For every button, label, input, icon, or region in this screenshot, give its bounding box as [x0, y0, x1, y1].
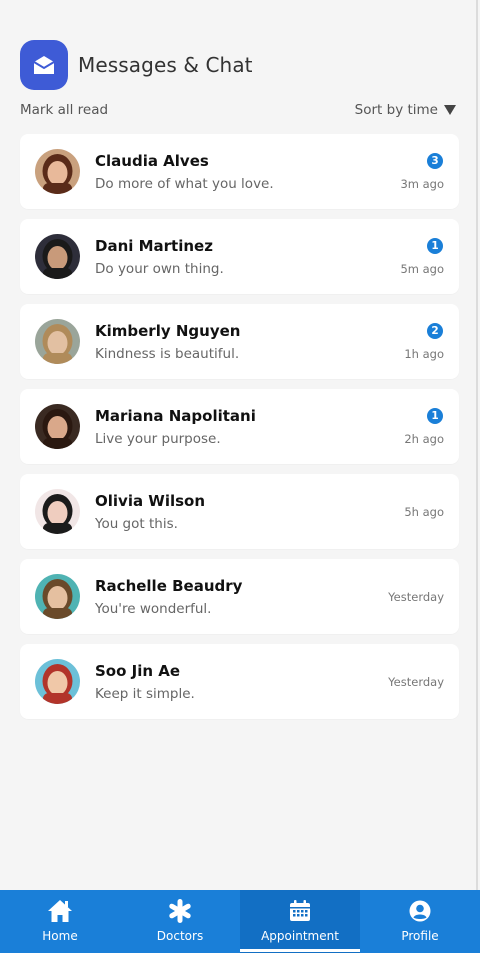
calendar-icon	[287, 898, 313, 924]
user-circle-icon	[407, 898, 433, 924]
contact-name: Dani Martinez	[95, 237, 213, 255]
message-time: Yesterday	[388, 590, 444, 604]
message-time: 3m ago	[400, 177, 444, 191]
mark-all-read-link[interactable]: Mark all read	[20, 102, 108, 118]
nav-appointment[interactable]: Appointment	[240, 890, 360, 953]
triangle-down-icon	[444, 105, 456, 115]
nav-doctors-label: Doctors	[156, 929, 204, 943]
conversation-card[interactable]: Mariana Napolitani Live your purpose. 1 …	[20, 389, 459, 464]
contact-name: Kimberly Nguyen	[95, 322, 241, 340]
conversation-list: Claudia Alves Do more of what you love. …	[20, 134, 459, 729]
message-preview: Live your purpose.	[95, 431, 221, 447]
unread-count-badge: 1	[427, 408, 443, 424]
message-time: 5h ago	[404, 505, 444, 519]
contact-name: Olivia Wilson	[95, 492, 206, 510]
avatar	[35, 319, 80, 364]
message-preview: Keep it simple.	[95, 686, 195, 702]
unread-count-badge: 3	[427, 153, 443, 169]
conversation-card[interactable]: Dani Martinez Do your own thing. 1 5m ag…	[20, 219, 459, 294]
bottom-nav: Home Doctors Appointment Profile	[0, 890, 480, 953]
contact-name: Claudia Alves	[95, 152, 209, 170]
home-icon	[47, 898, 73, 924]
asterisk-icon	[167, 898, 193, 924]
sort-dropdown[interactable]: Sort by time	[355, 102, 456, 118]
contact-name: Mariana Napolitani	[95, 407, 256, 425]
envelope-icon	[20, 40, 68, 90]
contact-name: Soo Jin Ae	[95, 662, 181, 680]
message-preview: You're wonderful.	[95, 601, 212, 617]
avatar	[35, 404, 80, 449]
message-preview: Kindness is beautiful.	[95, 346, 240, 362]
list-toolbar: Mark all read Sort by time	[20, 100, 456, 120]
avatar	[35, 489, 80, 534]
message-time: 1h ago	[404, 347, 444, 361]
conversation-card[interactable]: Soo Jin Ae Keep it simple. Yesterday	[20, 644, 459, 719]
message-preview: You got this.	[95, 516, 178, 532]
message-time: 5m ago	[400, 262, 444, 276]
unread-count-badge: 2	[427, 323, 443, 339]
message-time: 2h ago	[404, 432, 444, 446]
nav-appointment-label: Appointment	[261, 929, 339, 943]
avatar	[35, 149, 80, 194]
message-preview: Do your own thing.	[95, 261, 224, 277]
page-title: Messages & Chat	[78, 53, 253, 77]
header: Messages & Chat	[20, 40, 253, 90]
message-time: Yesterday	[388, 675, 444, 689]
conversation-card[interactable]: Rachelle Beaudry You're wonderful. Yeste…	[20, 559, 459, 634]
avatar	[35, 574, 80, 619]
message-preview: Do more of what you love.	[95, 176, 274, 192]
nav-doctors[interactable]: Doctors	[120, 890, 240, 953]
avatar	[35, 234, 80, 279]
nav-profile[interactable]: Profile	[360, 890, 480, 953]
conversation-card[interactable]: Olivia Wilson You got this. 5h ago	[20, 474, 459, 549]
nav-home-label: Home	[42, 929, 78, 943]
unread-count-badge: 1	[427, 238, 443, 254]
nav-profile-label: Profile	[401, 929, 439, 943]
nav-home[interactable]: Home	[0, 890, 120, 953]
sort-label: Sort by time	[354, 102, 438, 118]
conversation-card[interactable]: Kimberly Nguyen Kindness is beautiful. 2…	[20, 304, 459, 379]
avatar	[35, 659, 80, 704]
messages-screen: Messages & Chat Mark all read Sort by ti…	[0, 0, 480, 953]
contact-name: Rachelle Beaudry	[95, 577, 243, 595]
conversation-card[interactable]: Claudia Alves Do more of what you love. …	[20, 134, 459, 209]
